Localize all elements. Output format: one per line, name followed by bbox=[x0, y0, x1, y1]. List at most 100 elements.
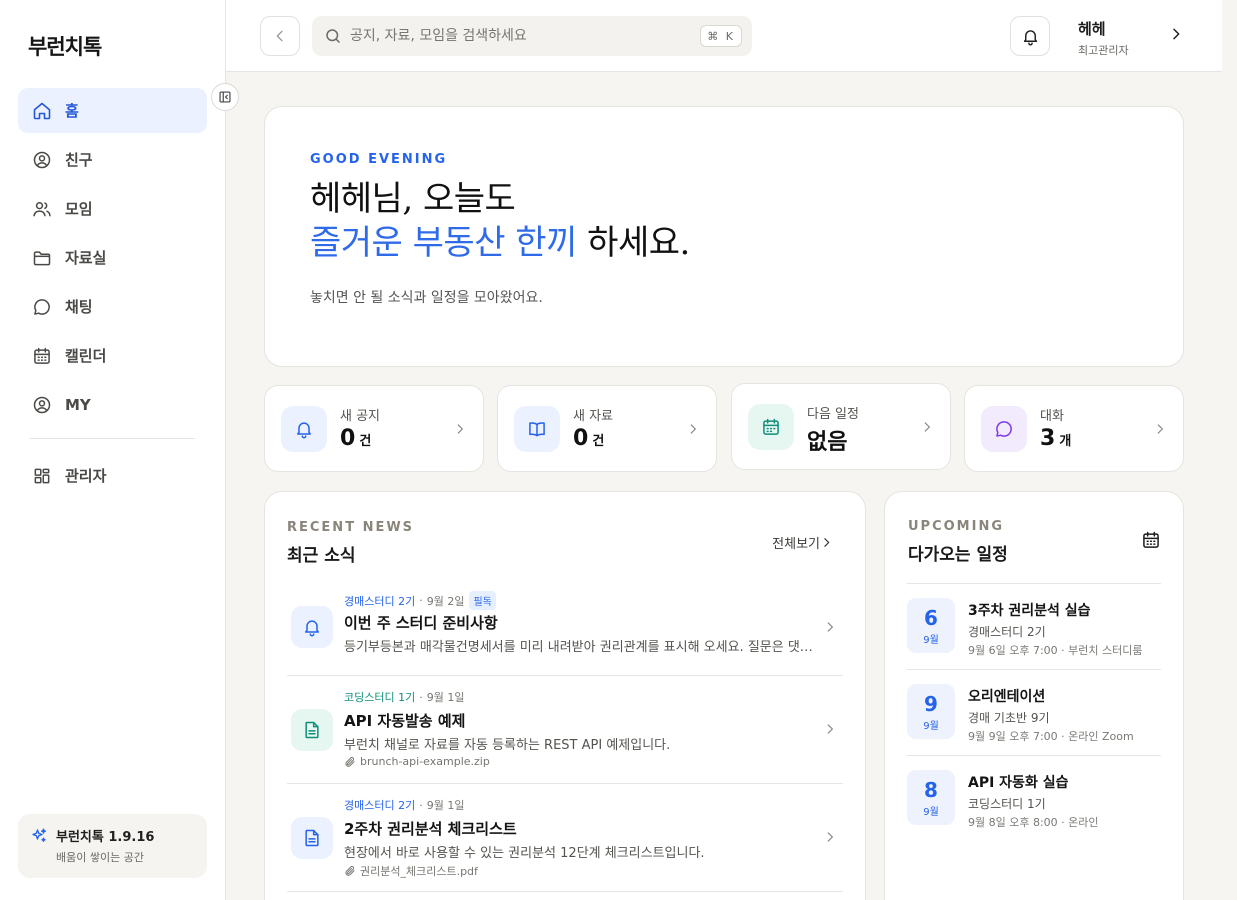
news-list: 경매스터디 2기 · 9월 2일 필독 이번 주 스터디 준비사항 등기부등본과… bbox=[287, 584, 843, 892]
news-icon-box bbox=[291, 817, 333, 859]
sidebar-item-calendar[interactable]: 캘린더 bbox=[18, 333, 207, 378]
sidebar-item-friends[interactable]: 친구 bbox=[18, 137, 207, 182]
sidebar-item-library[interactable]: 자료실 bbox=[18, 235, 207, 280]
bell-icon bbox=[1023, 29, 1037, 45]
news-description: 부런치 채널로 자료를 자동 등록하는 REST API 예제입니다. bbox=[344, 738, 671, 753]
stat-card-files[interactable]: 새 자료 0건 bbox=[497, 385, 717, 472]
stat-card-notices[interactable]: 새 공지 0건 bbox=[264, 385, 484, 472]
see-all-link[interactable]: 전체보기 bbox=[772, 533, 833, 552]
version-title: 부런치톡 1.9.16 bbox=[56, 830, 155, 845]
hero-heading-line1: 헤헤님, 오늘도 bbox=[310, 179, 516, 219]
hero-subtitle: 놓치면 안 될 소식과 일정을 모아왔어요. bbox=[310, 290, 543, 306]
search-icon bbox=[326, 29, 340, 43]
chevron-right-icon bbox=[827, 832, 834, 842]
chat-icon bbox=[34, 298, 50, 315]
hero-highlight: 즐거운 부동산 한끼 bbox=[310, 223, 577, 263]
book-icon bbox=[529, 422, 545, 437]
news-icon-box bbox=[291, 606, 333, 648]
event-title: API 자동화 실습 bbox=[968, 775, 1069, 791]
event-day: 8 bbox=[924, 778, 938, 802]
user-name: 헤헤 bbox=[1078, 20, 1106, 38]
news-item[interactable]: 코딩스터디 1기 · 9월 1일 API 자동발송 예제 부런치 채널로 자료를… bbox=[287, 676, 843, 784]
sidebar: 부런치톡 홈 친구 모임 자료실 채팅 캘린더 MY 관리자 부런치톡 1.9.… bbox=[0, 0, 226, 900]
calendar-icon bbox=[34, 347, 50, 364]
collapse-sidebar-button[interactable] bbox=[211, 83, 239, 111]
event-month: 9월 bbox=[923, 635, 939, 646]
chevron-right-icon bbox=[1157, 424, 1164, 434]
sidebar-item-label: 홈 bbox=[65, 102, 79, 120]
see-all-label: 전체보기 bbox=[772, 537, 820, 552]
stat-icon-box bbox=[514, 406, 560, 452]
news-icon-box bbox=[291, 709, 333, 751]
search-bar[interactable]: ⌘ K bbox=[312, 16, 752, 56]
sidebar-item-admin[interactable]: 관리자 bbox=[18, 453, 207, 498]
sidebar-item-my[interactable]: MY bbox=[18, 382, 207, 427]
open-calendar-button[interactable] bbox=[1141, 530, 1161, 550]
stat-label: 새 자료 bbox=[573, 409, 614, 424]
news-meta: 경매스터디 2기 · 9월 2일 필독 bbox=[344, 591, 496, 610]
event-day: 6 bbox=[924, 606, 938, 630]
sidebar-item-label: 채팅 bbox=[65, 298, 93, 316]
notifications-button[interactable] bbox=[1010, 16, 1050, 56]
user-menu[interactable]: 헤헤 최고관리자 bbox=[1078, 18, 1129, 58]
event-item[interactable]: 9 9월 오리엔테이션 경매 기초반 9기 9월 9일 오후 7:00 · 온라… bbox=[907, 670, 1161, 756]
home-icon bbox=[33, 102, 51, 119]
hero-heading-line2: 즐거운 부동산 한끼 하세요. bbox=[310, 221, 1183, 265]
topbar: ⌘ K 헤헤 최고관리자 bbox=[226, 0, 1222, 72]
user-menu-chevron[interactable] bbox=[1168, 26, 1184, 42]
event-info: 9월 6일 오후 7:00 · 부런치 스터디룸 bbox=[968, 644, 1143, 657]
chevron-right-icon bbox=[690, 424, 697, 434]
stat-unit: 건 bbox=[592, 434, 605, 449]
news-source: 경매스터디 2기 bbox=[344, 594, 416, 608]
sparkles-icon bbox=[32, 828, 47, 842]
sidebar-item-groups[interactable]: 모임 bbox=[18, 186, 207, 231]
event-title: 오리엔테이션 bbox=[968, 689, 1046, 705]
sidebar-item-label: 친구 bbox=[65, 151, 93, 169]
event-info: 9월 9일 오후 7:00 · 온라인 Zoom bbox=[968, 730, 1134, 743]
sidebar-item-label: 모임 bbox=[65, 200, 93, 218]
stat-card-next-schedule[interactable]: 다음 일정 없음 bbox=[731, 383, 951, 470]
hero-heading: 헤헤님, 오늘도 즐거운 부동산 한끼 하세요. bbox=[310, 177, 1183, 265]
stat-value: 3개 bbox=[1040, 426, 1071, 451]
news-date: 9월 1일 bbox=[426, 691, 465, 704]
news-meta: 경매스터디 2기 · 9월 1일 bbox=[344, 797, 464, 813]
search-input[interactable] bbox=[350, 28, 680, 44]
stat-label: 다음 일정 bbox=[807, 407, 859, 422]
stat-label: 새 공지 bbox=[340, 409, 381, 424]
news-item[interactable]: 경매스터디 2기 · 9월 2일 필독 이번 주 스터디 준비사항 등기부등본과… bbox=[287, 584, 843, 676]
stat-number: 3 bbox=[1040, 426, 1056, 451]
users-icon bbox=[33, 201, 51, 216]
event-month: 9월 bbox=[923, 721, 939, 732]
sidebar-item-label: 관리자 bbox=[65, 467, 107, 485]
news-title: 최근 소식 bbox=[287, 546, 356, 566]
sidebar-item-home[interactable]: 홈 bbox=[18, 88, 207, 133]
stat-value: 없음 bbox=[807, 424, 847, 456]
chat-icon bbox=[996, 421, 1012, 437]
chevron-right-icon bbox=[457, 424, 464, 434]
news-item[interactable]: 경매스터디 2기 · 9월 1일 2주차 권리분석 체크리스트 현장에서 바로 … bbox=[287, 784, 843, 892]
app-logo[interactable]: 부런치톡 bbox=[28, 31, 102, 61]
news-attachment[interactable]: brunch-api-example.zip bbox=[344, 755, 490, 768]
back-button[interactable] bbox=[260, 16, 300, 56]
search-shortcut-badge: ⌘ K bbox=[700, 25, 742, 47]
bell-icon bbox=[297, 422, 311, 439]
event-item[interactable]: 8 9월 API 자동화 실습 코딩스터디 1기 9월 8일 오후 8:00 ·… bbox=[907, 756, 1161, 842]
event-item[interactable]: 6 9월 3주차 권리분석 실습 경매스터디 2기 9월 6일 오후 7:00 … bbox=[907, 584, 1161, 670]
sidebar-divider bbox=[30, 438, 195, 439]
stat-icon-box bbox=[281, 406, 327, 452]
calendar-icon bbox=[763, 418, 779, 435]
document-icon bbox=[305, 721, 319, 739]
attachment-name: brunch-api-example.zip bbox=[360, 755, 490, 768]
paperclip-icon bbox=[345, 756, 355, 767]
version-card: 부런치톡 1.9.16 배움이 쌓이는 공간 bbox=[18, 814, 207, 878]
sidebar-item-chat[interactable]: 채팅 bbox=[18, 284, 207, 329]
news-attachment[interactable]: 권리분석_체크리스트.pdf bbox=[344, 863, 478, 879]
chevron-right-icon bbox=[827, 622, 834, 632]
user-circle-icon bbox=[33, 151, 51, 168]
upcoming-panel: UPCOMING 다가오는 일정 6 9월 3주차 권리분석 실습 경매스터디 … bbox=[884, 491, 1184, 900]
meta-separator: · bbox=[419, 798, 423, 812]
bell-icon bbox=[305, 620, 319, 637]
meta-separator: · bbox=[419, 690, 423, 704]
stat-number: 없음 bbox=[807, 430, 848, 455]
stat-card-conversations[interactable]: 대화 3개 bbox=[964, 385, 1184, 472]
